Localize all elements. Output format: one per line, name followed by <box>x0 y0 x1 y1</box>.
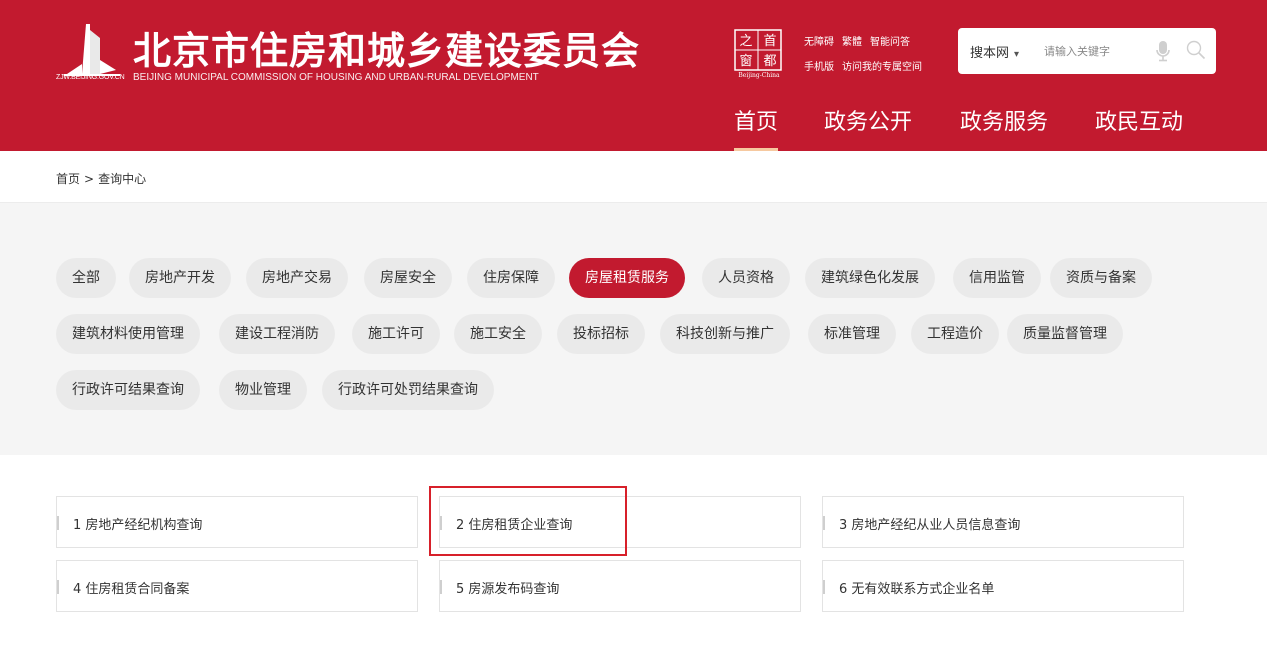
category-qualification-filing[interactable]: 资质与备案 <box>1050 258 1152 298</box>
category-construction-fire-protection[interactable]: 建设工程消防 <box>219 314 335 354</box>
breadcrumb-current: 查询中心 <box>98 172 147 186</box>
chevron-down-icon: ▾ <box>1014 49 1020 60</box>
site-header: ZJW.BEIJING.GOV.CN 北京市住房和城乡建设委员会 BEIJING… <box>0 0 1267 151</box>
capital-logo-char-1: 之 <box>739 34 752 49</box>
search-scope-label: 搜本网 <box>970 46 1010 61</box>
site-title[interactable]: 北京市住房和城乡建设委员会 <box>133 20 640 75</box>
search-icon[interactable] <box>1186 40 1206 60</box>
category-engineering-cost[interactable]: 工程造价 <box>911 314 999 354</box>
category-bidding[interactable]: 投标招标 <box>557 314 645 354</box>
result-link[interactable]: 6 无有效联系方式企业名单 <box>822 560 1184 612</box>
search-scope-select[interactable]: 搜本网 ▾ <box>970 42 1019 61</box>
capital-logo-char-4: 都 <box>763 54 776 69</box>
result-link-label: 1 房地产经纪机构查询 <box>73 518 203 533</box>
mobile-version-link[interactable]: 手机版 <box>804 62 834 73</box>
utility-links: 无障碍 繁體 智能问答 手机版 访问我的专属空间 <box>804 30 930 80</box>
breadcrumb-separator: > <box>84 172 95 186</box>
capital-logo-char-2: 首 <box>763 34 776 49</box>
category-admin-permit-results[interactable]: 行政许可结果查询 <box>56 370 200 410</box>
result-marker <box>823 516 825 530</box>
capital-logo-char-3: 窗 <box>739 53 752 69</box>
result-link[interactable]: 1 房地产经纪机构查询 <box>56 496 418 548</box>
accessibility-link[interactable]: 无障碍 <box>804 37 834 48</box>
result-link-label: 2 住房租赁企业查询 <box>456 518 573 533</box>
category-property-management[interactable]: 物业管理 <box>219 370 307 410</box>
site-url-text: ZJW.BEIJING.GOV.CN <box>56 74 125 81</box>
result-marker <box>57 516 59 530</box>
site-subtitle: BEIJING MUNICIPAL COMMISSION OF HOUSING … <box>133 72 539 83</box>
nav-government-services[interactable]: 政务服务 <box>960 104 1048 136</box>
category-construction-permit[interactable]: 施工许可 <box>352 314 440 354</box>
result-link-label: 4 住房租赁合同备案 <box>73 582 190 597</box>
category-quality-supervision[interactable]: 质量监督管理 <box>1007 314 1123 354</box>
nav-public-interaction[interactable]: 政民互动 <box>1095 104 1183 136</box>
category-housing-safety[interactable]: 房屋安全 <box>364 258 452 298</box>
category-tech-innovation[interactable]: 科技创新与推广 <box>660 314 790 354</box>
result-link[interactable]: 2 住房租赁企业查询 <box>439 496 801 548</box>
microphone-icon[interactable] <box>1154 40 1172 62</box>
nav-active-indicator <box>734 148 778 151</box>
category-building-materials[interactable]: 建筑材料使用管理 <box>56 314 200 354</box>
category-green-building[interactable]: 建筑绿色化发展 <box>805 258 935 298</box>
category-housing-security[interactable]: 住房保障 <box>467 258 555 298</box>
result-marker <box>57 580 59 594</box>
category-all[interactable]: 全部 <box>56 258 116 298</box>
result-marker <box>440 580 442 594</box>
personal-space-link[interactable]: 访问我的专属空间 <box>842 62 922 73</box>
breadcrumb: 首页 > 查询中心 <box>56 170 146 187</box>
category-standards-management[interactable]: 标准管理 <box>808 314 896 354</box>
category-personnel-qualification[interactable]: 人员资格 <box>702 258 790 298</box>
result-link[interactable]: 4 住房租赁合同备案 <box>56 560 418 612</box>
nav-home[interactable]: 首页 <box>734 104 778 136</box>
result-link[interactable]: 5 房源发布码查询 <box>439 560 801 612</box>
smart-qa-link[interactable]: 智能问答 <box>870 37 910 48</box>
capital-logo-caption: Beijing-China <box>738 72 780 79</box>
category-admin-permit-penalty-results[interactable]: 行政许可处罚结果查询 <box>322 370 494 410</box>
category-housing-rental-service[interactable]: 房屋租赁服务 <box>569 258 685 298</box>
search-input[interactable] <box>1044 38 1144 64</box>
category-credit-supervision[interactable]: 信用监管 <box>953 258 1041 298</box>
result-marker <box>440 516 442 530</box>
category-real-estate-transaction[interactable]: 房地产交易 <box>246 258 348 298</box>
result-marker <box>823 580 825 594</box>
search-box: 搜本网 ▾ <box>958 28 1216 74</box>
category-construction-safety[interactable]: 施工安全 <box>454 314 542 354</box>
category-real-estate-development[interactable]: 房地产开发 <box>129 258 231 298</box>
traditional-chinese-link[interactable]: 繁體 <box>842 37 862 48</box>
breadcrumb-home[interactable]: 首页 <box>56 172 80 186</box>
nav-government-affairs[interactable]: 政务公开 <box>824 104 912 136</box>
result-link-label: 5 房源发布码查询 <box>456 582 560 597</box>
result-link-label: 6 无有效联系方式企业名单 <box>839 582 995 597</box>
result-link-label: 3 房地产经纪从业人员信息查询 <box>839 518 1021 533</box>
result-link[interactable]: 3 房地产经纪从业人员信息查询 <box>822 496 1184 548</box>
